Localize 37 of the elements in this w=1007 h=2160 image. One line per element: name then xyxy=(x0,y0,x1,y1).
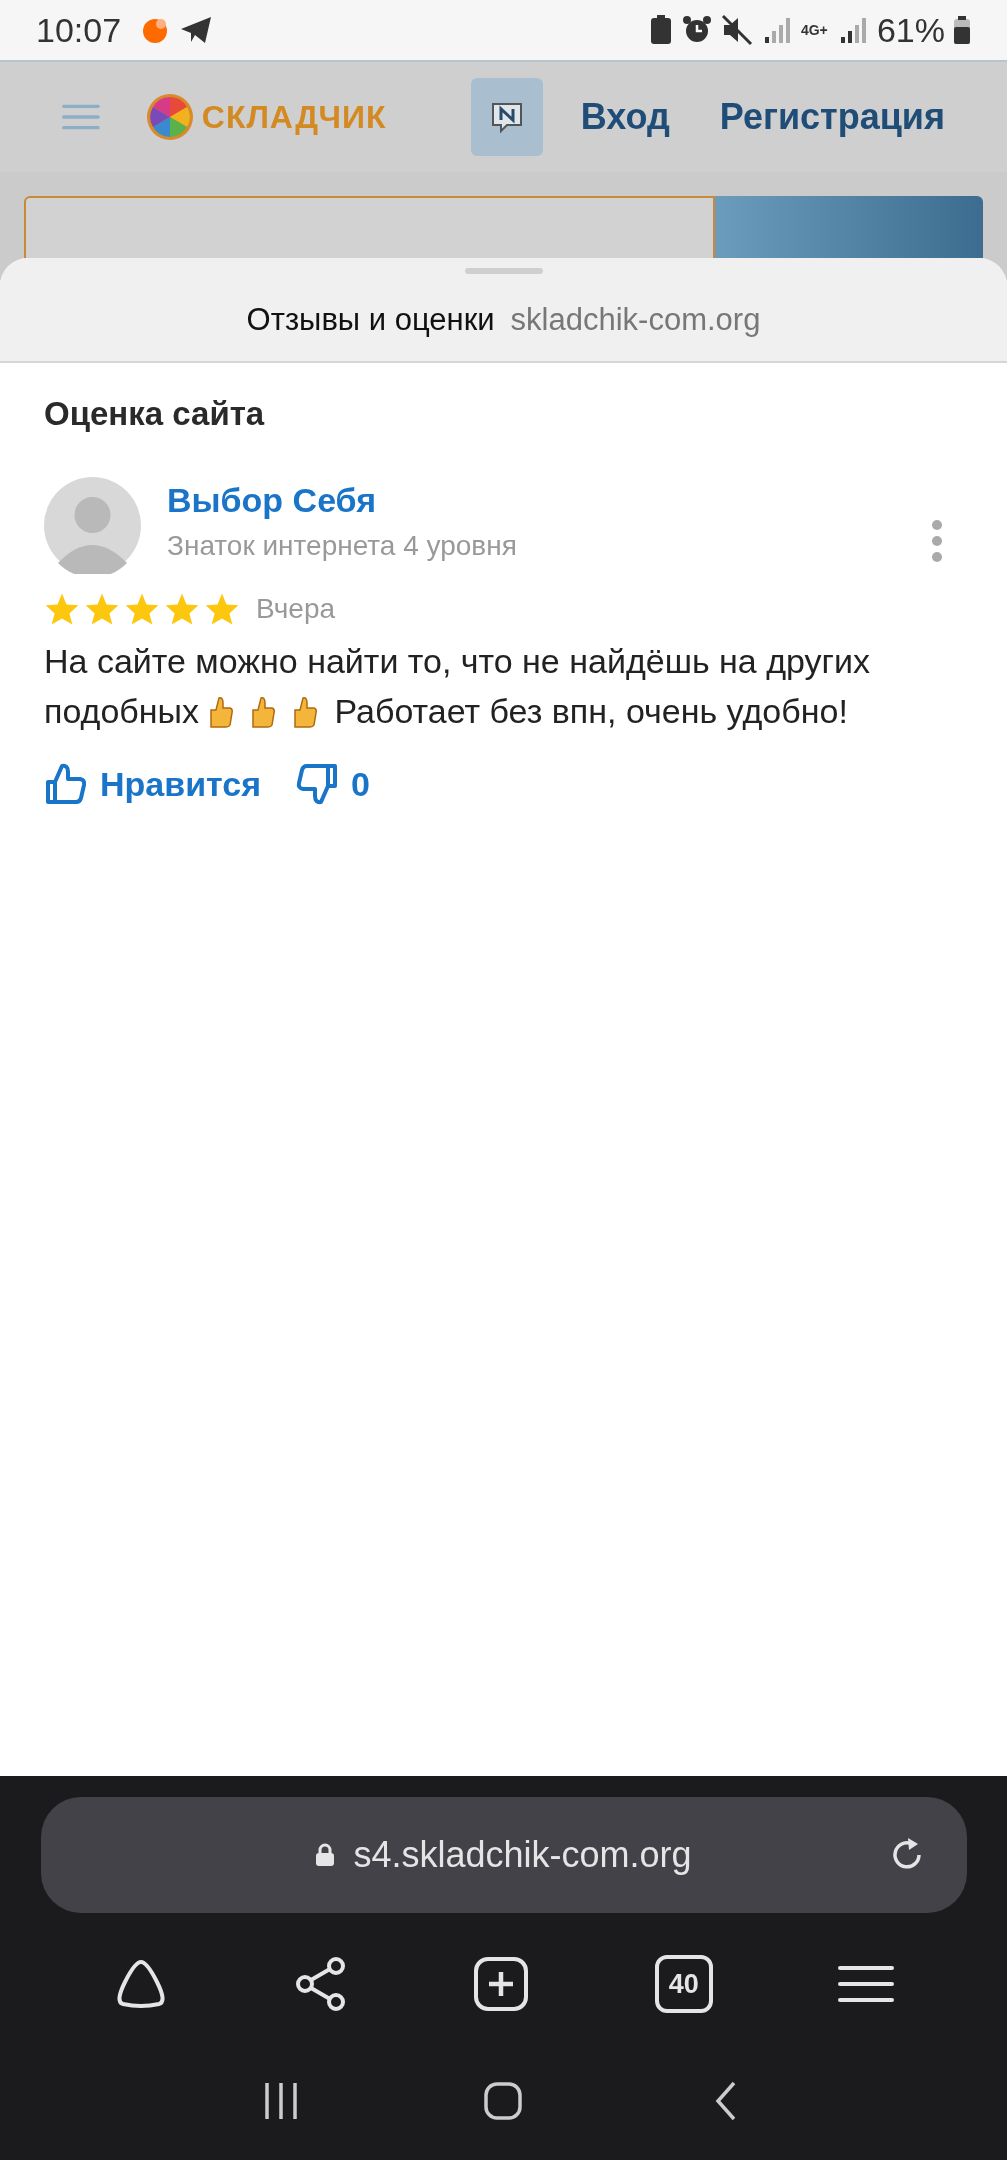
lock-icon xyxy=(315,1843,336,1867)
thumbs-down-icon xyxy=(295,762,339,806)
sheet-title: Отзывы и оценки xyxy=(246,302,495,338)
home-icon[interactable] xyxy=(483,2081,524,2121)
new-tab-icon[interactable] xyxy=(473,1956,530,2012)
star-icon xyxy=(84,592,120,626)
muted-icon xyxy=(720,14,755,46)
star-icon xyxy=(204,592,240,626)
signal-icon xyxy=(838,15,869,45)
star-icon xyxy=(124,592,160,626)
network-type: 4G+ xyxy=(800,23,829,37)
chat-button[interactable] xyxy=(470,78,543,156)
tabs-button[interactable]: 40 xyxy=(654,1955,713,2013)
site-domain: skladchik-com.org xyxy=(510,302,761,338)
thumbs-up-icon xyxy=(44,762,88,806)
citrus-wheel-icon xyxy=(145,93,194,141)
author-rank: Знаток интернета 4 уровня xyxy=(167,530,518,562)
clock: 10:07 xyxy=(36,10,122,50)
dislike-button[interactable]: 0 xyxy=(295,762,370,806)
section-title: Оценка сайта xyxy=(44,395,266,433)
header-link[interactable]: Регистрация xyxy=(719,96,945,138)
review-date: Вчера xyxy=(256,593,336,625)
drag-handle[interactable] xyxy=(464,268,543,274)
header-link[interactable]: Вход xyxy=(580,96,670,138)
battery-saver-icon xyxy=(648,14,673,46)
address-bar[interactable]: s4.skladchik-com.org xyxy=(40,1797,967,1913)
menu-icon[interactable] xyxy=(838,1964,895,2004)
battery-level: 61% xyxy=(876,10,945,50)
url-text: s4.skladchik-com.org xyxy=(353,1834,692,1876)
like-button[interactable]: Нравится xyxy=(44,762,261,806)
star-icon xyxy=(164,592,200,626)
star-icon xyxy=(44,592,80,626)
paper-plane-icon xyxy=(179,15,214,45)
review-text: На сайте можно найти то, что не найдёшь на других подобных Работает без впн, очень удобно! xyxy=(44,641,871,732)
signal-icon xyxy=(762,15,793,45)
battery-icon xyxy=(953,15,971,45)
author-name[interactable]: Выбор Себя xyxy=(167,481,905,520)
